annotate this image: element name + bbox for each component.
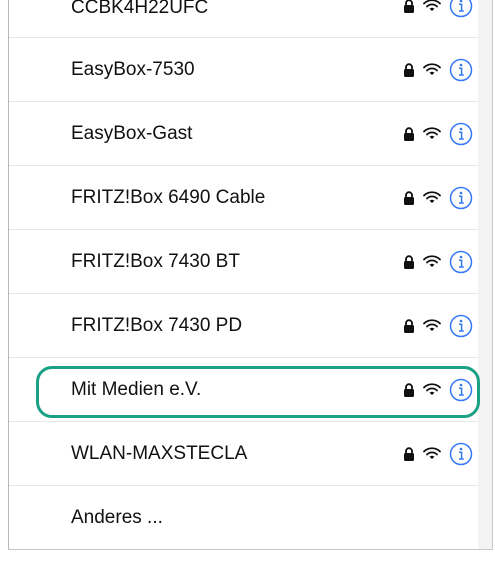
network-row-highlighted[interactable]: Mit Medien e.V. [9, 358, 478, 422]
other-network-label: Anderes ... [71, 507, 163, 528]
wifi-network-list-screen: CCBK4H22UFC EasyBox-7530 EasyBox-Gast FR… [0, 0, 495, 562]
network-row-icons [403, 250, 473, 274]
network-row[interactable]: CCBK4H22UFC [9, 0, 478, 38]
info-icon[interactable] [449, 378, 473, 402]
network-list: CCBK4H22UFC EasyBox-7530 EasyBox-Gast FR… [9, 0, 478, 550]
network-name: FRITZ!Box 7430 PD [71, 314, 243, 336]
network-row-icons [403, 314, 473, 338]
network-row-icons [403, 0, 473, 18]
wifi-icon [423, 191, 441, 203]
info-icon[interactable] [449, 186, 473, 210]
network-name: Mit Medien e.V. [71, 378, 202, 400]
info-icon[interactable] [449, 442, 473, 466]
network-row[interactable]: EasyBox-Gast [9, 102, 478, 166]
info-icon[interactable] [449, 122, 473, 146]
network-row[interactable]: WLAN-MAXSTECLA [9, 422, 478, 486]
network-name: WLAN-MAXSTECLA [71, 442, 248, 464]
scroll-edge [478, 0, 492, 549]
network-row-icons [403, 378, 473, 402]
lock-icon [404, 126, 414, 141]
lock-icon [404, 446, 414, 461]
wifi-icon [423, 319, 441, 331]
network-name: EasyBox-7530 [71, 58, 195, 80]
network-name: CCBK4H22UFC [71, 0, 209, 18]
network-name: FRITZ!Box 7430 BT [71, 250, 240, 272]
network-row-icons [403, 186, 473, 210]
info-icon[interactable] [449, 0, 473, 18]
network-row[interactable]: FRITZ!Box 7430 BT [9, 230, 478, 294]
wifi-icon [423, 383, 441, 395]
lock-icon [404, 318, 414, 333]
network-row[interactable]: FRITZ!Box 7430 PD [9, 294, 478, 358]
lock-icon [404, 0, 414, 13]
other-network-row[interactable]: Anderes ... [9, 486, 478, 550]
network-row[interactable]: EasyBox-7530 [9, 38, 478, 102]
info-icon[interactable] [449, 250, 473, 274]
lock-icon [404, 382, 414, 397]
lock-icon [404, 254, 414, 269]
wifi-icon [423, 255, 441, 267]
wifi-icon [423, 0, 441, 11]
wifi-icon [423, 127, 441, 139]
lock-icon [404, 62, 414, 77]
network-row-icons [403, 58, 473, 82]
network-name: FRITZ!Box 6490 Cable [71, 186, 266, 208]
network-name: EasyBox-Gast [71, 122, 193, 144]
lock-icon [404, 190, 414, 205]
network-row-icons [403, 442, 473, 466]
wifi-icon [423, 63, 441, 75]
wifi-icon [423, 447, 441, 459]
info-icon[interactable] [449, 314, 473, 338]
network-row[interactable]: FRITZ!Box 6490 Cable [9, 166, 478, 230]
info-icon[interactable] [449, 58, 473, 82]
network-row-icons [403, 122, 473, 146]
frame-right-border [492, 0, 493, 550]
